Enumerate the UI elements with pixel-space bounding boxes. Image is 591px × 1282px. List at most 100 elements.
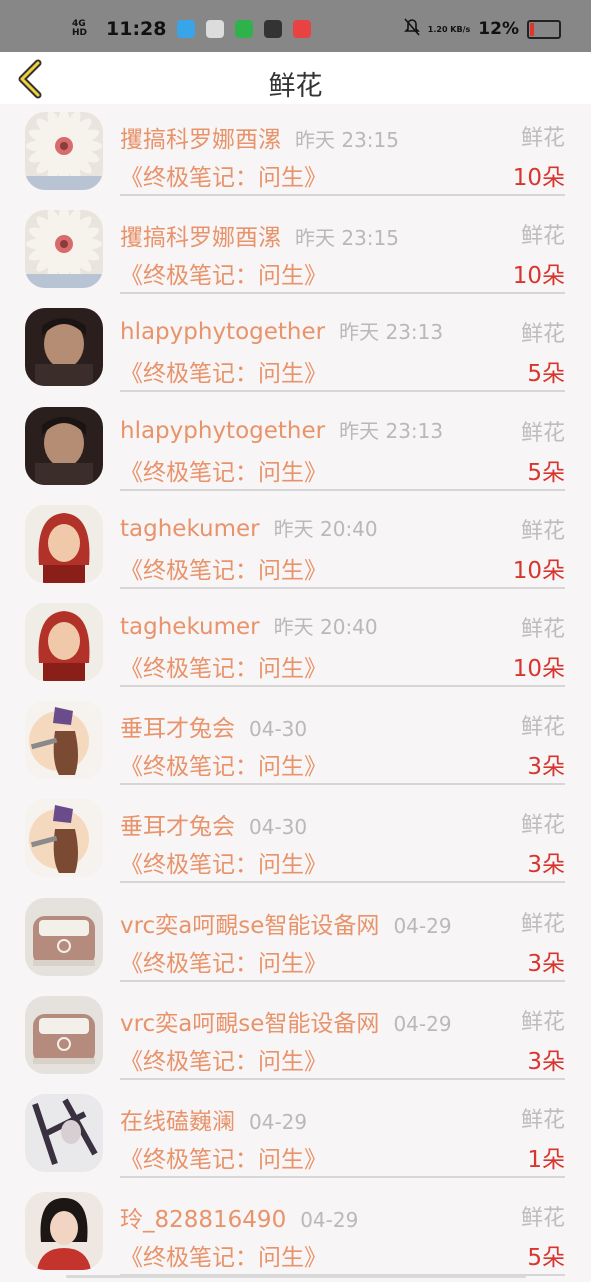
user-name-text[interactable]: 玲_828816490	[120, 1207, 286, 1233]
gift-type: 鲜花	[520, 813, 565, 839]
divider	[120, 684, 565, 687]
book-title[interactable]: 《终极笔记：问生》	[120, 453, 327, 487]
user-name[interactable]: hlapyphytogether 昨天 23:13	[120, 415, 443, 444]
flower-count: 10朵	[512, 263, 565, 290]
book-title[interactable]: 《终极笔记：问生》	[120, 1238, 327, 1272]
divider	[120, 390, 565, 393]
book-title[interactable]: 《终极笔记：问生》	[120, 944, 327, 978]
book-title[interactable]: 《终极笔记：问生》	[120, 747, 327, 781]
list-item[interactable]: 在线磕巍澜 04-29 鲜花 《终极笔记：问生》 1朵	[0, 1086, 591, 1184]
flower-count: 3朵	[527, 950, 565, 977]
avatar[interactable]	[25, 406, 103, 485]
avatar[interactable]	[25, 1093, 103, 1172]
book-title[interactable]: 《终极笔记：问生》	[120, 1042, 327, 1076]
flower-count: 5朵	[527, 459, 565, 486]
list-item[interactable]: 玲_828816490 04-29 鲜花 《终极笔记：问生》 5朵	[0, 1184, 591, 1282]
list-item[interactable]: vrc奕a呵靦se智能设备网 04-29 鲜花 《终极笔记：问生》 3朵	[0, 890, 591, 988]
flower-record-list: 攫搞科罗娜酉漯 昨天 23:15 鲜花 《终极笔记：问生》 10朵 攫搞科罗娜酉漯…	[0, 104, 591, 1282]
list-item[interactable]: hlapyphytogether 昨天 23:13 鲜花 《终极笔记：问生》 5朵	[0, 399, 591, 497]
timestamp: 昨天 23:15	[295, 128, 399, 152]
avatar[interactable]	[25, 308, 103, 387]
timestamp: 昨天 20:40	[273, 614, 378, 639]
flower-count: 5朵	[527, 1245, 565, 1272]
user-name[interactable]: hlapyphytogether 昨天 23:13	[120, 316, 443, 345]
user-name[interactable]: 垂耳才兔会 04-30	[120, 807, 307, 841]
clock: 11:28	[106, 18, 167, 40]
avatar[interactable]	[25, 112, 103, 190]
page-title: 鲜花	[268, 71, 323, 102]
qq-icon	[177, 20, 196, 38]
network-indicator: 4G HD	[72, 19, 88, 38]
list-item[interactable]: vrc奕a呵靦se智能设备网 04-29 鲜花 《终极笔记：问生》 3朵	[0, 988, 591, 1086]
flower-count: 10朵	[512, 557, 565, 584]
user-name[interactable]: 在线磕巍澜 04-29	[120, 1102, 307, 1136]
list-item[interactable]: taghekumer 昨天 20:40 鲜花 《终极笔记：问生》 10朵	[0, 497, 591, 595]
gift-type: 鲜花	[520, 518, 565, 544]
avatar[interactable]	[25, 210, 103, 289]
list-item[interactable]: 垂耳才兔会 04-30 鲜花 《终极笔记：问生》 3朵	[0, 693, 591, 791]
avatar[interactable]	[25, 799, 103, 878]
divider	[120, 881, 565, 884]
user-name[interactable]: 攫搞科罗娜酉漯 昨天 23:15	[120, 218, 399, 252]
divider	[120, 1175, 565, 1178]
user-name-text[interactable]: 垂耳才兔会	[120, 814, 235, 840]
book-title[interactable]: 《终极笔记：问生》	[120, 551, 327, 585]
user-name-text[interactable]: taghekumer	[120, 516, 260, 542]
list-item[interactable]: taghekumer 昨天 20:40 鲜花 《终极笔记：问生》 10朵	[0, 595, 591, 693]
book-title[interactable]: 《终极笔记：问生》	[120, 649, 327, 683]
user-name-text[interactable]: hlapyphytogether	[120, 319, 325, 345]
user-name-text[interactable]: vrc奕a呵靦se智能设备网	[120, 913, 379, 939]
avatar[interactable]	[25, 504, 103, 583]
divider	[120, 194, 565, 196]
mute-icon	[403, 18, 420, 40]
list-item[interactable]: 攫搞科罗娜酉漯 昨天 23:15 鲜花 《终极笔记：问生》 10朵	[0, 202, 591, 300]
user-name[interactable]: 攫搞科罗娜酉漯 昨天 23:15	[120, 120, 399, 154]
avatar[interactable]	[25, 897, 103, 976]
user-name[interactable]: vrc奕a呵靦se智能设备网 04-29	[120, 1004, 452, 1038]
avatar[interactable]	[25, 1192, 103, 1271]
timestamp: 04-30	[249, 815, 308, 840]
user-name-text[interactable]: 攫搞科罗娜酉漯	[120, 225, 281, 251]
flower-count: 10朵	[512, 655, 565, 682]
list-item[interactable]: hlapyphytogether 昨天 23:13 鲜花 《终极笔记：问生》 5朵	[0, 300, 591, 398]
flower-count: 5朵	[527, 361, 565, 388]
gift-type: 鲜花	[520, 715, 565, 741]
user-name-text[interactable]: vrc奕a呵靦se智能设备网	[120, 1011, 379, 1037]
list-item[interactable]: 垂耳才兔会 04-30 鲜花 《终极笔记：问生》 3朵	[0, 791, 591, 889]
book-title[interactable]: 《终极笔记：问生》	[120, 158, 327, 192]
avatar[interactable]	[25, 995, 103, 1074]
divider	[120, 1077, 565, 1080]
timestamp: 04-30	[249, 717, 308, 742]
list-item[interactable]: 攫搞科罗娜酉漯 昨天 23:15 鲜花 《终极笔记：问生》 10朵	[0, 104, 591, 202]
timestamp: 04-29	[393, 913, 452, 938]
book-title[interactable]: 《终极笔记：问生》	[120, 845, 327, 879]
cat-app-icon	[264, 20, 283, 38]
timestamp: 昨天 23:13	[339, 418, 444, 443]
gift-type: 鲜花	[520, 1107, 565, 1133]
gift-type: 鲜花	[520, 911, 565, 937]
divider	[120, 783, 565, 786]
user-name-text[interactable]: 垂耳才兔会	[120, 716, 235, 742]
user-name[interactable]: taghekumer 昨天 20:40	[120, 513, 378, 542]
book-title[interactable]: 《终极笔记：问生》	[120, 1140, 327, 1174]
divider	[120, 292, 565, 295]
gift-type: 鲜花	[520, 420, 565, 446]
avatar[interactable]	[25, 701, 103, 780]
book-title[interactable]: 《终极笔记：问生》	[120, 354, 327, 388]
user-name-text[interactable]: 在线磕巍澜	[120, 1109, 235, 1135]
book-title[interactable]: 《终极笔记：问生》	[120, 256, 327, 290]
gift-type: 鲜花	[520, 224, 565, 250]
user-name[interactable]: vrc奕a呵靦se智能设备网 04-29	[120, 906, 452, 940]
user-name[interactable]: 玲_828816490 04-29	[120, 1200, 358, 1234]
timestamp: 04-29	[300, 1208, 359, 1233]
user-name-text[interactable]: 攫搞科罗娜酉漯	[120, 127, 281, 153]
avatar[interactable]	[25, 602, 103, 681]
user-name[interactable]: 垂耳才兔会 04-30	[120, 709, 307, 743]
nav-header: 鲜花	[0, 52, 591, 104]
gift-type: 鲜花	[520, 1009, 565, 1035]
user-name[interactable]: taghekumer 昨天 20:40	[120, 611, 378, 640]
battery-icon	[527, 19, 561, 39]
user-name-text[interactable]: hlapyphytogether	[120, 418, 325, 444]
user-name-text[interactable]: taghekumer	[120, 614, 260, 640]
gift-type: 鲜花	[520, 126, 565, 151]
